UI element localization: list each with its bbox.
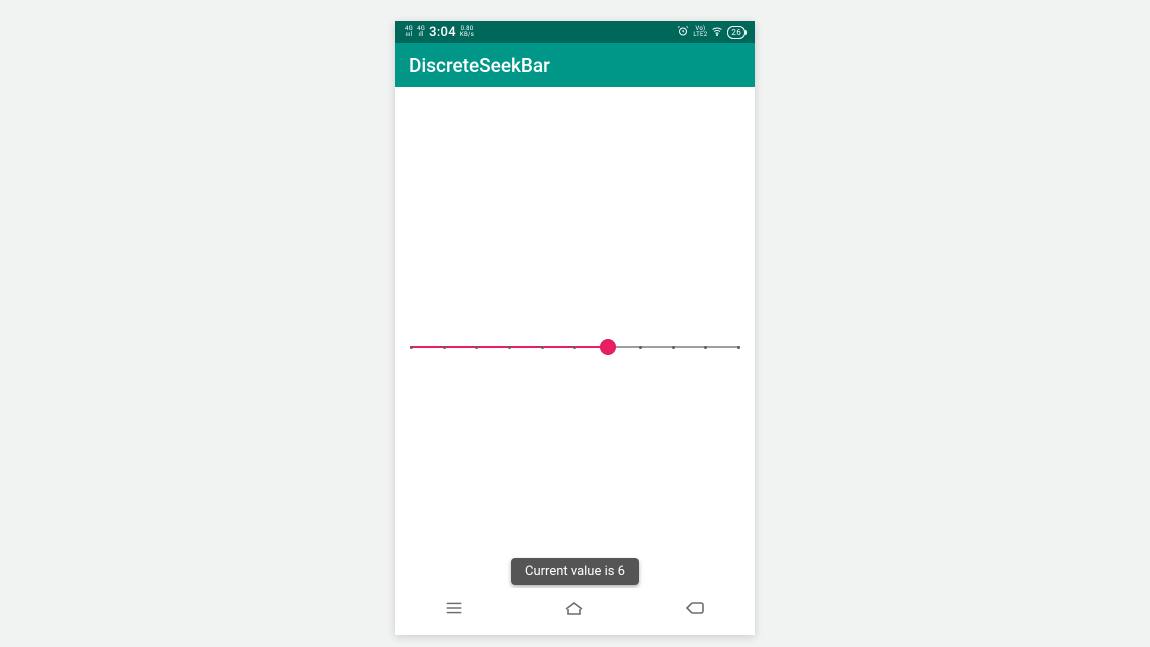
app-bar: DiscreteSeekBar	[395, 43, 755, 87]
signal-1-icon: 4G ıııl	[405, 26, 413, 38]
toast: Current value is 6	[511, 558, 639, 585]
seekbar-tick	[672, 346, 675, 349]
network-speed: 0.80 KB/s	[460, 26, 474, 38]
seekbar-ticks	[410, 346, 740, 349]
toast-text: Current value is 6	[525, 564, 625, 579]
wifi-icon	[711, 25, 723, 40]
seekbar-thumb[interactable]	[600, 339, 616, 355]
seekbar-tick	[475, 346, 478, 349]
volte-icon: Vo) LTE2	[693, 26, 707, 38]
battery-icon: 26	[727, 26, 745, 39]
seekbar-tick	[704, 346, 707, 349]
app-title: DiscreteSeekBar	[409, 54, 550, 77]
seekbar-tick	[541, 346, 544, 349]
seekbar-tick	[639, 346, 642, 349]
home-icon[interactable]	[562, 596, 586, 624]
phone-frame: 4G ıııl 4G ıll 3:04 0.80 KB/s	[395, 21, 755, 635]
signal-2-icon: 4G ıll	[417, 26, 425, 38]
status-left: 4G ıııl 4G ıll 3:04 0.80 KB/s	[405, 25, 474, 40]
seekbar-tick	[443, 346, 446, 349]
recent-apps-icon[interactable]	[443, 597, 465, 623]
back-icon[interactable]	[683, 596, 707, 624]
status-right: Vo) LTE2 26	[677, 25, 745, 40]
status-clock: 3:04	[429, 25, 456, 40]
seekbar-tick	[737, 346, 740, 349]
status-bar: 4G ıııl 4G ıll 3:04 0.80 KB/s	[395, 21, 755, 43]
seekbar-tick	[410, 346, 413, 349]
discrete-seekbar[interactable]	[410, 339, 740, 355]
alarm-icon	[677, 25, 689, 40]
app-content: Current value is 6	[395, 87, 755, 635]
seekbar-tick	[508, 346, 511, 349]
navigation-bar	[395, 588, 755, 632]
seekbar-tick	[573, 346, 576, 349]
